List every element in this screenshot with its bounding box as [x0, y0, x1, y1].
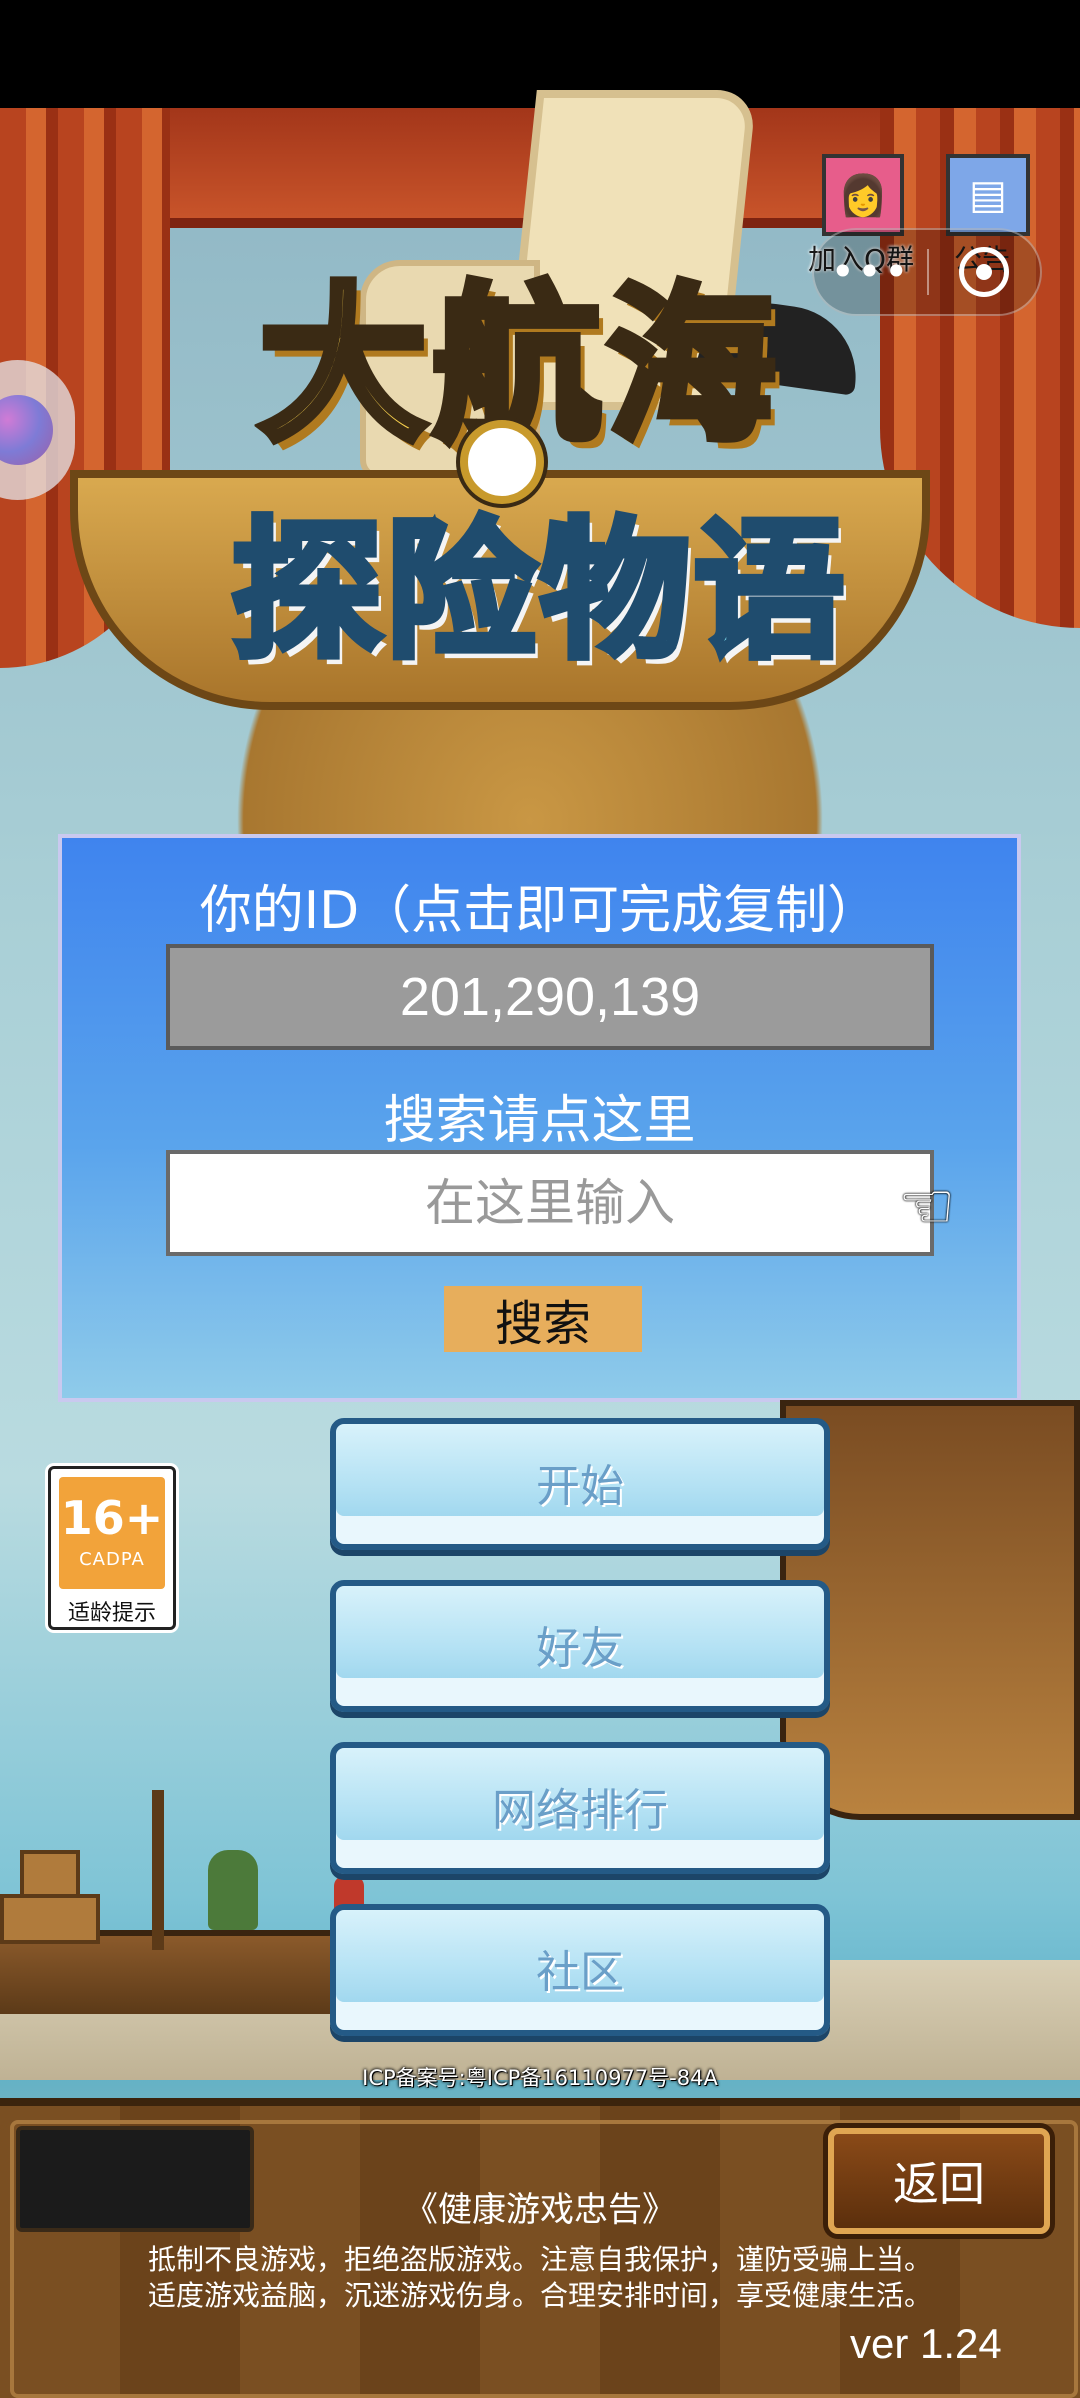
more-menu-button[interactable]: ••• [814, 251, 927, 293]
age-rating-badge[interactable]: 16+ CADPA 适龄提示 [48, 1466, 176, 1630]
community-button[interactable]: 社区 [330, 1904, 830, 2036]
pirate-character [208, 1850, 258, 1930]
ranking-label: 网络排行 [492, 1785, 668, 1836]
floating-ball-icon [0, 395, 53, 465]
start-button[interactable]: 开始 [330, 1418, 830, 1550]
health-advice-title: 《健康游戏忠告》 [404, 2190, 676, 2230]
friends-label: 好友 [536, 1623, 624, 1674]
close-circle-icon [959, 247, 1010, 297]
version-label: ver 1.24 [850, 2320, 1002, 2367]
miniprogram-capsule: ••• [812, 228, 1042, 316]
friends-button[interactable]: 好友 [330, 1580, 830, 1712]
notice-button[interactable]: ▤ [946, 154, 1030, 236]
health-advice-line2: 适度游戏益脑，沉迷游戏伤身。合理安排时间，享受健康生活。 [147, 2279, 932, 2312]
id-title: 你的ID（点击即可完成复制） [199, 881, 880, 941]
age-rating-org: CADPA [79, 1549, 145, 1570]
player-id-copy-field[interactable]: 201,290,139 [166, 944, 934, 1050]
age-rating-icon: 16+ CADPA [59, 1477, 165, 1589]
document-icon: ▤ [969, 172, 1007, 218]
ranking-button[interactable]: 网络排行 [330, 1742, 830, 1874]
search-title: 搜索请点这里 [383, 1091, 696, 1151]
qq-group-button[interactable]: 👩 [822, 154, 904, 236]
start-label: 开始 [536, 1461, 624, 1512]
dock-lamp-post [152, 1790, 164, 1950]
age-rating-value: 16+ [60, 1491, 164, 1545]
age-rating-tip: 适龄提示 [67, 1601, 156, 1626]
health-advice-line1: 抵制不良游戏，拒绝盗版游戏。注意自我保护，谨防受骗上当。 [147, 2243, 932, 2276]
close-miniprogram-button[interactable] [929, 247, 1040, 297]
crate-stack [0, 1894, 100, 1944]
search-button[interactable]: 搜索 [444, 1286, 642, 1352]
avatar-icon: 👩 [838, 172, 888, 219]
id-search-panel: 你的ID（点击即可完成复制） 201,290,139 搜索请点这里 ☜ 搜索 [58, 834, 1021, 1402]
search-input[interactable] [166, 1150, 934, 1256]
community-label: 社区 [536, 1947, 624, 1998]
pointing-hand-icon: ☜ [898, 1170, 956, 1244]
icp-license: ICP备案号:粤ICP备16110977号-84A [362, 2066, 718, 2090]
game-logo-line2: 探险物语 [228, 500, 848, 683]
